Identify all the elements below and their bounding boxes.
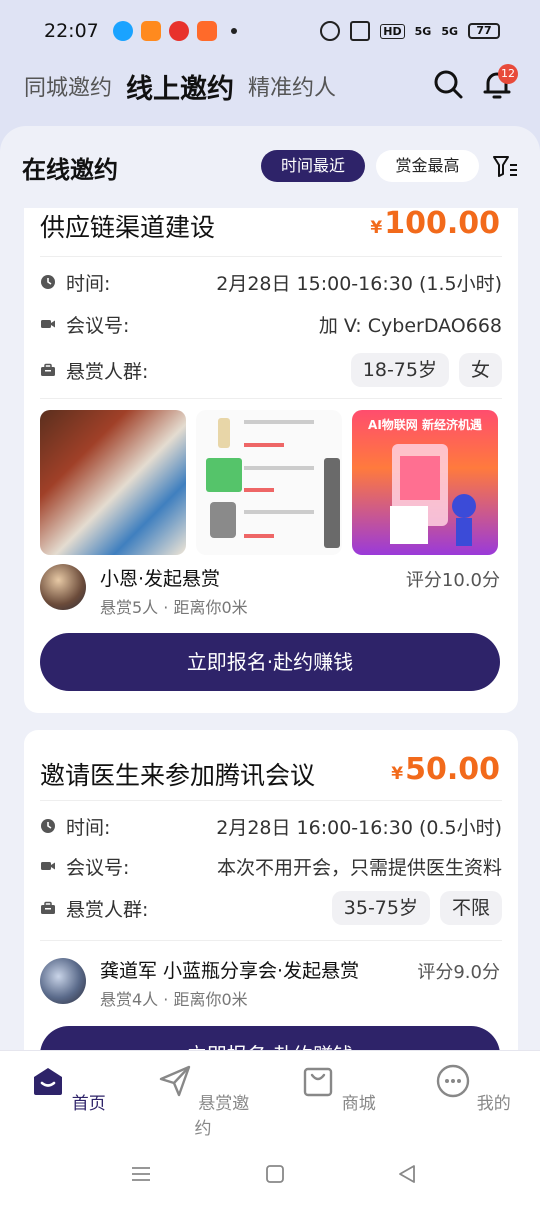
panel-title: 在线邀约 bbox=[22, 155, 118, 184]
tab-precise-invite[interactable]: 精准约人 bbox=[248, 70, 336, 102]
briefcase-icon bbox=[41, 363, 55, 376]
sort-reward-button[interactable]: 赏金最高 bbox=[376, 150, 479, 182]
video-camera-icon bbox=[41, 862, 55, 870]
app-icon-orange-2 bbox=[196, 21, 217, 41]
main-panel: 在线邀约 时间最近 赏金最高 供应链渠道建设 ¥100.00 时间: 2月28日… bbox=[0, 126, 540, 1206]
image-gallery: AI物联网 新经济机遇 bbox=[40, 410, 498, 555]
tab-label: 悬赏邀约 bbox=[194, 1094, 250, 1139]
clock-icon bbox=[41, 275, 55, 289]
time-value: 2月28日 16:00-16:30 (0.5小时) bbox=[216, 816, 502, 839]
publisher-meta: 悬赏5人 · 距离你0米 bbox=[100, 598, 248, 617]
more-dot-icon bbox=[230, 28, 237, 34]
bottom-tab-bar: 首页 悬赏邀约 商城 我的 bbox=[0, 1050, 540, 1206]
signal-5g-icon: 5G bbox=[414, 24, 432, 38]
hd-icon: HD bbox=[380, 23, 405, 39]
home-nav-icon[interactable] bbox=[264, 1163, 286, 1185]
top-nav: 同城邀约 线上邀约 精准约人 bbox=[0, 62, 540, 110]
card-price: ¥50.00 bbox=[391, 752, 500, 787]
paper-plane-icon bbox=[159, 1065, 190, 1097]
age-tag: 18-75岁 bbox=[350, 353, 449, 387]
time-value: 2月28日 15:00-16:30 (1.5小时) bbox=[216, 272, 502, 295]
price-value: 50.00 bbox=[405, 752, 500, 787]
crowd-tags: 18-75岁 女 bbox=[341, 353, 502, 387]
meeting-row: 会议号: 加 V: CyberDAO668 bbox=[40, 308, 502, 340]
briefcase-icon bbox=[41, 901, 55, 914]
crowd-label: 悬赏人群: bbox=[66, 898, 149, 921]
product-photo-bottles[interactable] bbox=[40, 410, 186, 555]
profile-face-icon bbox=[437, 1064, 470, 1098]
divider bbox=[40, 940, 502, 941]
signup-button[interactable]: 立即报名·赴约赚钱 bbox=[40, 633, 500, 691]
divider bbox=[40, 256, 502, 257]
rating-score: 评分10.0分 bbox=[405, 570, 500, 591]
currency-symbol: ¥ bbox=[370, 218, 383, 238]
card-title: 供应链渠道建设 bbox=[40, 213, 216, 242]
tab-home[interactable]: 首页 bbox=[18, 1063, 118, 1114]
price-value: 100.00 bbox=[384, 206, 500, 241]
tab-mall[interactable]: 商城 bbox=[288, 1063, 388, 1114]
age-tag: 35-75岁 bbox=[331, 891, 430, 925]
status-bar: 22:07 HD 5G 5G 77 bbox=[0, 0, 540, 62]
time-row: 时间: 2月28日 16:00-16:30 (0.5小时) bbox=[40, 810, 502, 842]
back-nav-icon[interactable] bbox=[396, 1163, 418, 1185]
home-icon bbox=[34, 1068, 63, 1095]
divider bbox=[40, 398, 502, 399]
crowd-tags: 35-75岁 不限 bbox=[322, 891, 502, 925]
meeting-row: 会议号: 本次不用开会，只需提供医生资料 bbox=[40, 850, 502, 882]
gender-tag: 女 bbox=[458, 353, 502, 387]
notification-badge: 12 bbox=[498, 64, 518, 84]
tab-label: 我的 bbox=[476, 1094, 511, 1114]
publisher-name[interactable]: 龚道军 小蓝瓶分享会·发起悬赏 bbox=[100, 956, 359, 983]
product-list-screenshot[interactable] bbox=[196, 410, 342, 555]
publisher-meta: 悬赏4人 · 距离你0米 bbox=[100, 990, 248, 1009]
crowd-row: 悬赏人群: 18-75岁 女 bbox=[40, 350, 502, 390]
recents-nav-icon[interactable] bbox=[130, 1163, 152, 1185]
time-label: 时间: bbox=[66, 272, 111, 295]
tab-label: 首页 bbox=[71, 1094, 106, 1114]
meeting-label: 会议号: bbox=[66, 856, 130, 879]
battery-icon: 77 bbox=[468, 23, 500, 39]
search-icon[interactable] bbox=[432, 68, 464, 100]
sort-recent-button[interactable]: 时间最近 bbox=[261, 150, 365, 182]
ai-iot-poster[interactable]: AI物联网 新经济机遇 bbox=[352, 410, 498, 555]
crowd-row: 悬赏人群: 35-75岁 不限 bbox=[40, 888, 502, 928]
shopping-bag-icon bbox=[304, 1067, 333, 1097]
tab-label: 商城 bbox=[341, 1094, 376, 1114]
card-price: ¥100.00 bbox=[370, 206, 500, 241]
card-title: 邀请医生来参加腾讯会议 bbox=[40, 761, 316, 790]
meeting-value[interactable]: 本次不用开会，只需提供医生资料 bbox=[217, 853, 502, 880]
clock-icon bbox=[41, 819, 55, 833]
status-time: 22:07 bbox=[44, 20, 99, 42]
filter-icon[interactable] bbox=[492, 154, 518, 180]
tab-reward-invite[interactable]: 悬赏邀约 bbox=[153, 1063, 253, 1139]
avatar[interactable] bbox=[40, 564, 86, 610]
currency-symbol: ¥ bbox=[391, 764, 404, 784]
qq-icon bbox=[112, 21, 133, 41]
alarm-icon bbox=[320, 21, 341, 41]
invite-card[interactable]: 供应链渠道建设 ¥100.00 时间: 2月28日 15:00-16:30 (1… bbox=[24, 206, 518, 713]
meeting-value[interactable]: 加 V: CyberDAO668 bbox=[319, 311, 502, 338]
status-app-icons bbox=[112, 21, 237, 41]
poster-title: AI物联网 新经济机遇 bbox=[368, 418, 482, 432]
divider bbox=[40, 800, 502, 801]
tab-online-invite[interactable]: 线上邀约 bbox=[126, 67, 234, 106]
app-icon-orange bbox=[140, 21, 161, 41]
signal-5g-icon-2: 5G bbox=[441, 24, 458, 38]
publisher-name[interactable]: 小恩·发起悬赏 bbox=[100, 564, 220, 591]
avatar[interactable] bbox=[40, 958, 86, 1004]
gender-tag: 不限 bbox=[439, 891, 502, 925]
tab-mine[interactable]: 我的 bbox=[423, 1063, 523, 1114]
time-row: 时间: 2月28日 15:00-16:30 (1.5小时) bbox=[40, 266, 502, 298]
rating-score: 评分9.0分 bbox=[417, 962, 500, 983]
crowd-label: 悬赏人群: bbox=[66, 360, 149, 383]
tab-local-invite[interactable]: 同城邀约 bbox=[24, 70, 112, 102]
time-label: 时间: bbox=[66, 816, 111, 839]
mute-icon bbox=[350, 21, 371, 41]
status-right: HD 5G 5G 77 bbox=[320, 21, 500, 41]
meeting-label: 会议号: bbox=[66, 314, 130, 337]
app-icon-red bbox=[168, 21, 189, 41]
product-list-illustration bbox=[206, 418, 340, 548]
video-camera-icon bbox=[41, 320, 55, 328]
